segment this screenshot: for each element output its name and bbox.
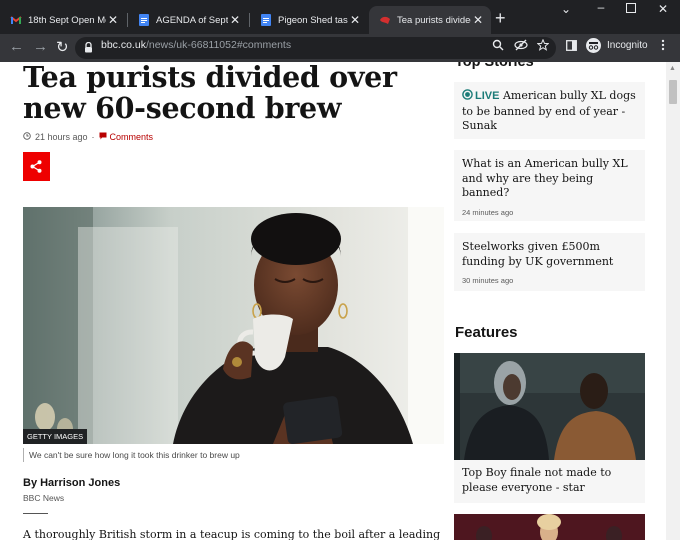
image-caption: We can't be sure how long it took this d… (23, 448, 240, 462)
browser-menu-icon[interactable] (661, 38, 665, 56)
tab-pigeon-shed[interactable]: Pigeon Shed task lis ✕ (250, 6, 368, 34)
article-hero-image (23, 207, 444, 444)
window-close-icon[interactable]: ✕ (652, 2, 674, 16)
article-headline: Tea purists divided over new 60-second b… (23, 62, 397, 125)
incognito-icon (586, 38, 601, 53)
reload-icon[interactable]: ↻ (56, 38, 69, 56)
back-icon[interactable]: ← (9, 38, 24, 55)
tab-title: AGENDA of Septem (156, 14, 228, 26)
url-host: bbc.co.uk (101, 39, 146, 51)
close-tab-icon[interactable]: ✕ (106, 13, 120, 27)
live-icon (462, 89, 473, 105)
top-stories-heading: Top Stories (455, 62, 534, 70)
tab-title: Tea purists divided c (397, 14, 471, 26)
comment-icon (99, 132, 107, 142)
page-scrollbar[interactable] (666, 62, 680, 540)
feature-card[interactable]: Top Boy finale not made to please everyo… (454, 460, 645, 503)
article-byline: By Harrison Jones (23, 477, 121, 489)
clock-icon (23, 132, 31, 142)
tab-agenda[interactable]: AGENDA of Septem ✕ (128, 6, 248, 34)
browser-tab-strip: 18th Sept Open Me ✕ AGENDA of Septem ✕ P… (0, 0, 680, 34)
forward-icon[interactable]: → (33, 38, 48, 55)
byline-divider (23, 513, 48, 514)
story-title[interactable]: LIVE American bully XL dogs to be banned… (462, 89, 637, 134)
minimize-icon[interactable]: – (590, 0, 612, 14)
bookmark-star-icon[interactable] (536, 38, 550, 56)
eye-off-icon[interactable] (514, 38, 528, 56)
side-panel-icon[interactable] (566, 38, 577, 56)
story-timestamp: 30 minutes ago (462, 276, 514, 285)
tab-bbc-article[interactable]: Tea purists divided c ✕ (369, 6, 491, 34)
story-title[interactable]: What is an American bully XL and why are… (462, 157, 637, 201)
new-tab-button[interactable]: + (495, 9, 506, 27)
incognito-profile[interactable]: Incognito (586, 38, 648, 53)
article-timestamp: 21 hours ago (35, 132, 88, 142)
url-path: /news/uk-66811052#comments (145, 39, 292, 51)
close-tab-icon[interactable]: ✕ (471, 13, 485, 27)
bbc-icon (379, 14, 391, 26)
story-card[interactable]: Steelworks given £500m funding by UK gov… (454, 233, 645, 291)
close-tab-icon[interactable]: ✕ (348, 13, 362, 27)
close-tab-icon[interactable]: ✕ (228, 13, 242, 27)
story-card[interactable]: What is an American bully XL and why are… (454, 150, 645, 221)
tab-title: 18th Sept Open Me (28, 14, 106, 26)
page-content: Tea purists divided over new 60-second b… (0, 62, 680, 540)
meta-separator: · (91, 132, 95, 142)
image-credit: GETTY IMAGES (23, 429, 88, 444)
story-title[interactable]: Steelworks given £500m funding by UK gov… (462, 240, 637, 269)
article-meta: 21 hours ago · Comments (23, 132, 153, 142)
article-first-paragraph: A thoroughly British storm in a teacup i… (23, 528, 441, 540)
tab-search-icon[interactable]: ⌄ (555, 2, 577, 16)
story-card[interactable]: LIVE American bully XL dogs to be banned… (454, 82, 645, 139)
url-text[interactable]: bbc.co.uk/news/uk-66811052#comments (101, 39, 291, 51)
tab-gmail[interactable]: 18th Sept Open Me ✕ (0, 6, 126, 34)
feature-title[interactable]: Top Boy finale not made to please everyo… (462, 466, 637, 495)
gmail-icon (10, 14, 22, 26)
scroll-up-icon[interactable]: ▲ (669, 65, 676, 72)
feature-image[interactable] (454, 514, 645, 540)
zoom-search-icon[interactable] (492, 38, 504, 56)
share-button[interactable] (23, 152, 50, 181)
byline-organisation: BBC News (23, 493, 65, 503)
scrollbar-thumb[interactable] (669, 80, 677, 104)
lock-icon[interactable] (84, 40, 93, 58)
share-icon (30, 160, 42, 178)
comments-link[interactable]: Comments (110, 132, 154, 142)
live-badge: LIVE (475, 90, 500, 102)
docs-icon (260, 14, 272, 26)
incognito-label: Incognito (607, 40, 648, 51)
maximize-icon[interactable] (620, 2, 642, 16)
feature-image[interactable] (454, 353, 645, 460)
tab-title: Pigeon Shed task lis (278, 14, 348, 26)
docs-icon (138, 14, 150, 26)
story-timestamp: 24 minutes ago (462, 207, 514, 217)
features-heading: Features (455, 324, 518, 341)
